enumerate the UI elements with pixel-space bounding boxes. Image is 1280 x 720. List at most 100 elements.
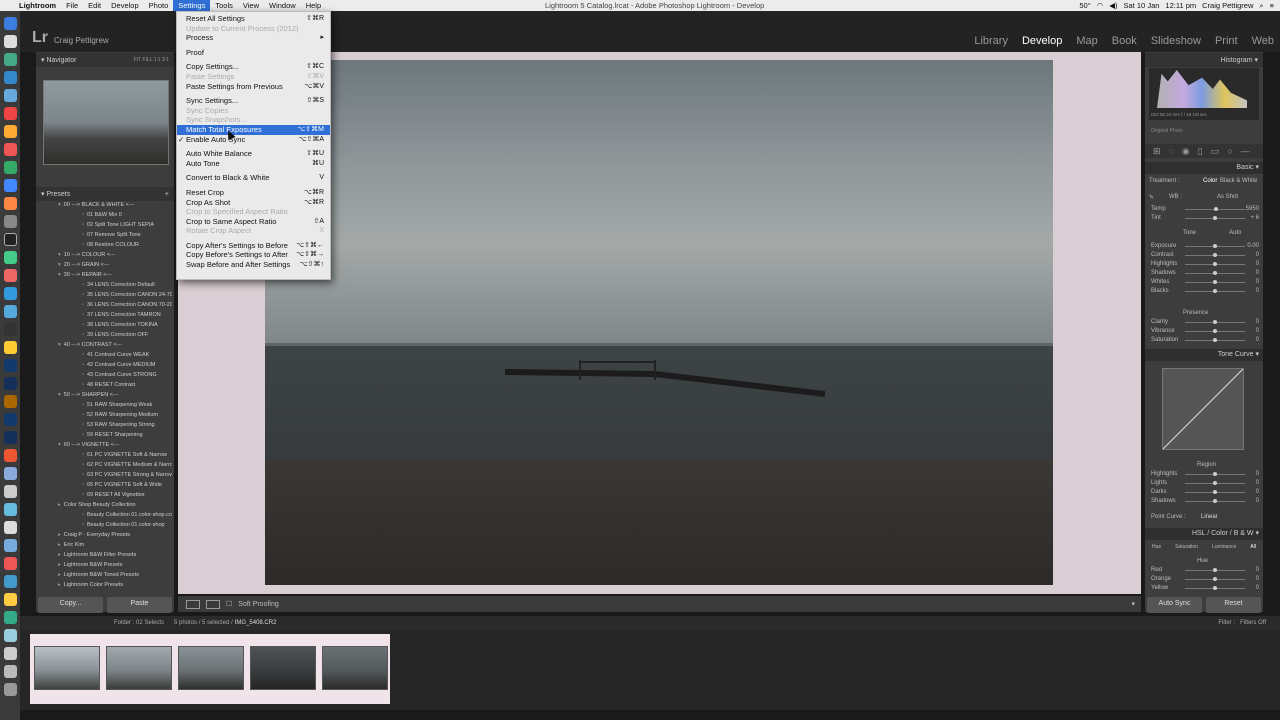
histogram-header[interactable]: Histogram ▾ bbox=[1145, 53, 1263, 67]
app-icon[interactable] bbox=[4, 197, 17, 210]
menu-item-swap-before-and-after-settings[interactable]: Swap Before and After Settings ⌥⇧⌘↑ bbox=[177, 260, 330, 270]
slider-knob[interactable] bbox=[1213, 289, 1217, 293]
preset-item[interactable]: ▫ 61 PC VIGNETTE Soft & Narrow bbox=[38, 450, 172, 460]
paste-button[interactable]: Paste bbox=[107, 597, 172, 613]
hsl-tab-all[interactable]: All bbox=[1250, 544, 1256, 550]
preset-item[interactable]: ▫ 53 RAW Sharpening Strong bbox=[38, 420, 172, 430]
slider-value[interactable]: + 6 bbox=[1250, 214, 1259, 223]
saturation-slider[interactable]: Saturation 0 bbox=[1145, 336, 1263, 345]
menu-item-crop-to-same-aspect-ratio[interactable]: Crop to Same Aspect Ratio ⇧A bbox=[177, 217, 330, 227]
app-icon[interactable] bbox=[4, 521, 17, 534]
photoshop-icon[interactable] bbox=[4, 359, 17, 372]
filters-off-dropdown[interactable]: Filters Off bbox=[1240, 620, 1266, 626]
app-icon[interactable] bbox=[4, 629, 17, 642]
menu-photo[interactable]: Photo bbox=[144, 0, 174, 11]
hsl-tab-luminance[interactable]: Luminance bbox=[1212, 544, 1236, 550]
app-icon[interactable] bbox=[4, 341, 17, 354]
navigator-preview[interactable] bbox=[43, 80, 169, 165]
lightroom-icon[interactable] bbox=[4, 431, 17, 444]
soft-proofing-checkbox[interactable]: ☐ bbox=[226, 600, 232, 608]
app-icon[interactable] bbox=[4, 593, 17, 606]
menu-item-copy-after-s-settings-to-before[interactable]: Copy After's Settings to Before ⌥⇧⌘← bbox=[177, 241, 330, 251]
app-icon[interactable] bbox=[4, 269, 17, 282]
menu-tools[interactable]: Tools bbox=[210, 0, 238, 11]
slider-value[interactable]: 5950 bbox=[1246, 205, 1259, 214]
app-icon[interactable] bbox=[4, 485, 17, 498]
red-eye-icon[interactable]: ▯ bbox=[1198, 146, 1203, 157]
menu-file[interactable]: File bbox=[61, 0, 83, 11]
lightroom-icon[interactable] bbox=[4, 377, 17, 390]
disclosure-triangle-icon[interactable]: ▸ bbox=[58, 562, 61, 568]
filmstrip-thumbnail[interactable] bbox=[322, 646, 388, 690]
preset-item[interactable]: ▫ 43 Contrast Curve STRONG bbox=[38, 370, 172, 380]
disclosure-triangle-icon[interactable]: ▾ bbox=[58, 262, 61, 268]
slider-knob[interactable] bbox=[1213, 577, 1217, 581]
shadows-slider[interactable]: Shadows 0 bbox=[1145, 269, 1263, 278]
slider-knob[interactable] bbox=[1213, 338, 1217, 342]
crop-icon[interactable]: ◌ bbox=[1169, 146, 1174, 156]
whites-slider[interactable]: Whites 0 bbox=[1145, 278, 1263, 287]
preset-item[interactable]: ▫ 41 Contrast Curve WEAK bbox=[38, 350, 172, 360]
preset-item[interactable]: ▫ 38 LENS Correction TOKINA bbox=[38, 320, 172, 330]
disclosure-triangle-icon[interactable]: ▾ bbox=[58, 272, 61, 278]
preset-item[interactable]: ▫ 37 LENS Correction TAMRON bbox=[38, 310, 172, 320]
radial-icon[interactable]: ○ bbox=[1227, 146, 1232, 156]
filmstrip-thumbnail[interactable] bbox=[106, 646, 172, 690]
histogram[interactable]: ISO 50 24 mm f / 16 1/8 sec bbox=[1149, 68, 1259, 120]
slider-knob[interactable] bbox=[1213, 481, 1217, 485]
app-icon[interactable] bbox=[4, 287, 17, 300]
app-icon[interactable] bbox=[4, 305, 17, 318]
slider-knob[interactable] bbox=[1213, 320, 1217, 324]
hsl-tab-saturation[interactable]: Saturation bbox=[1175, 544, 1198, 550]
module-library[interactable]: Library bbox=[974, 35, 1008, 47]
menu-item-enable-auto-sync[interactable]: ✓ Enable Auto Sync ⌥⇧⌘A bbox=[177, 135, 330, 145]
orange-slider[interactable]: Orange 0 bbox=[1145, 575, 1263, 584]
preset-folder[interactable]: ▸ Eric Kim bbox=[38, 540, 172, 550]
chrome-icon[interactable] bbox=[4, 143, 17, 156]
gradient-icon[interactable]: ▭ bbox=[1211, 146, 1220, 157]
highlights-slider[interactable]: Highlights 0 bbox=[1145, 260, 1263, 269]
menu-item-crop-as-shot[interactable]: Crop As Shot ⌥⌘R bbox=[177, 198, 330, 208]
mail-icon[interactable] bbox=[4, 89, 17, 102]
preset-folder[interactable]: ▸ Lightroom Color Presets bbox=[38, 580, 172, 590]
documents-icon[interactable] bbox=[4, 647, 17, 660]
filmstrip-thumbnail[interactable] bbox=[34, 646, 100, 690]
slider-knob[interactable] bbox=[1214, 207, 1219, 211]
photo-preview[interactable] bbox=[265, 60, 1053, 585]
menu-item-auto-tone[interactable]: Auto Tone ⌘U bbox=[177, 159, 330, 169]
preset-folder[interactable]: ▾ 00 ---> BLACK & WHITE <--- bbox=[38, 200, 172, 210]
add-preset-icon[interactable]: + bbox=[165, 191, 169, 198]
disclosure-triangle-icon[interactable]: ▾ bbox=[58, 252, 61, 258]
menu-window[interactable]: Window bbox=[264, 0, 301, 11]
hsl-header[interactable]: HSL / Color / B & W ▾ bbox=[1145, 528, 1263, 540]
menu-item-process[interactable]: Process ▸ bbox=[177, 33, 330, 43]
menu-help[interactable]: Help bbox=[301, 0, 326, 11]
temp-slider[interactable]: Temp 5950 bbox=[1145, 205, 1263, 214]
calendar-icon[interactable] bbox=[4, 107, 17, 120]
slider-value[interactable]: 0 bbox=[1256, 278, 1259, 287]
disclosure-triangle-icon[interactable]: ▸ bbox=[58, 552, 61, 558]
loupe-view-icon[interactable] bbox=[186, 599, 200, 609]
preset-item[interactable]: ▫ 65 PC VIGNETTE Soft & Wide bbox=[38, 480, 172, 490]
temperature-status[interactable]: 50° bbox=[1079, 0, 1090, 11]
module-map[interactable]: Map bbox=[1076, 35, 1097, 47]
notes-icon[interactable] bbox=[4, 125, 17, 138]
slider-value[interactable]: 0 bbox=[1256, 327, 1259, 336]
slider-value[interactable]: 0 bbox=[1256, 470, 1259, 479]
slider-knob[interactable] bbox=[1213, 244, 1217, 248]
preset-item[interactable]: ▫ Beauty Collection 01 color-shop bbox=[38, 520, 172, 530]
settings-icon[interactable] bbox=[4, 215, 17, 228]
preset-folder[interactable]: ▾ 40 ---> CONTRAST <--- bbox=[38, 340, 172, 350]
lights-slider[interactable]: Lights 0 bbox=[1145, 479, 1263, 488]
vibrance-slider[interactable]: Vibrance 0 bbox=[1145, 327, 1263, 336]
preset-folder[interactable]: ▾ 10 ---> COLOUR <--- bbox=[38, 250, 172, 260]
preset-folder[interactable]: ▸ Lightroom B&W Presets bbox=[38, 560, 172, 570]
preset-item[interactable]: ▫ 39 LENS Correction OFF bbox=[38, 330, 172, 340]
slider-knob[interactable] bbox=[1213, 253, 1217, 257]
point-curve-value[interactable]: Linear bbox=[1201, 514, 1218, 520]
treatment-color[interactable]: Color bbox=[1203, 178, 1217, 184]
slider-value[interactable]: 0 bbox=[1256, 584, 1259, 593]
reset-button[interactable]: Reset bbox=[1206, 597, 1261, 613]
slider-value[interactable]: 0 bbox=[1256, 497, 1259, 506]
preset-item[interactable]: ▫ 63 PC VIGNETTE Strong & Narrow bbox=[38, 470, 172, 480]
